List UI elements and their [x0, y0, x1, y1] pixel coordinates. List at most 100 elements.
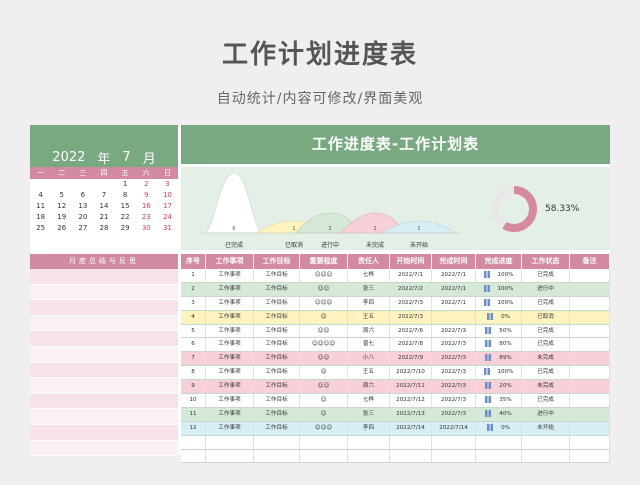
- table-cell[interactable]: 未开始: [522, 421, 570, 435]
- table-cell[interactable]: [570, 352, 610, 366]
- table-cell[interactable]: [570, 407, 610, 421]
- table-cell[interactable]: 进行中: [522, 407, 570, 421]
- table-cell[interactable]: 工作事项: [206, 394, 254, 407]
- table-cell[interactable]: 2022/7/3: [432, 352, 476, 366]
- table-cell[interactable]: 2022/7/3: [432, 394, 476, 407]
- table-cell[interactable]: 工作事项: [206, 380, 254, 394]
- calendar-day[interactable]: 20: [72, 212, 93, 223]
- table-cell[interactable]: 2022/7/2: [390, 282, 432, 296]
- summary-line[interactable]: [30, 331, 178, 347]
- table-cell[interactable]: 100%: [476, 282, 522, 296]
- summary-line[interactable]: [30, 362, 178, 379]
- table-cell[interactable]: [206, 449, 254, 463]
- table-cell[interactable]: [570, 380, 610, 394]
- table-cell[interactable]: 2022/7/1: [432, 296, 476, 310]
- table-cell[interactable]: [476, 435, 522, 449]
- table-cell[interactable]: [348, 449, 390, 463]
- summary-area[interactable]: [30, 269, 178, 457]
- table-cell[interactable]: 七桦: [348, 269, 390, 282]
- table-cell[interactable]: 未完成: [522, 352, 570, 366]
- table-cell[interactable]: [570, 269, 610, 282]
- table-cell[interactable]: ☺☺: [300, 380, 348, 394]
- table-cell[interactable]: [522, 449, 570, 463]
- calendar-day[interactable]: 26: [51, 223, 72, 234]
- table-cell[interactable]: 2022/7/3: [390, 296, 432, 310]
- table-cell[interactable]: 0%: [476, 310, 522, 324]
- calendar-day[interactable]: 2: [136, 179, 157, 190]
- summary-line[interactable]: [30, 300, 178, 316]
- table-cell[interactable]: 9: [181, 380, 206, 394]
- table-cell[interactable]: 工作事项: [206, 296, 254, 310]
- table-cell[interactable]: 工作事项: [206, 352, 254, 366]
- table-row[interactable]: 12 工作事项 工作目标 ☺☺☺ 李四 2022/7/14 2022/7/14 0% 未开始: [181, 421, 610, 436]
- table-cell[interactable]: 2022/7/11: [390, 380, 432, 394]
- table-cell[interactable]: 工作目标: [254, 338, 300, 352]
- table-cell[interactable]: 2022/7/1: [432, 282, 476, 296]
- table-cell[interactable]: 李四: [348, 296, 390, 310]
- table-cell[interactable]: 2022/7/3: [432, 366, 476, 380]
- table-cell[interactable]: 未完成: [522, 380, 570, 394]
- table-cell[interactable]: 李四: [348, 421, 390, 435]
- table-row[interactable]: 3 工作事项 工作目标 ☺☺☺ 李四 2022/7/3 2022/7/1 100% 已完成: [181, 296, 610, 311]
- table-row[interactable]: 7 工作事项 工作目标 ☺☺ 小八 2022/7/9 2022/7/3 89% 未完成: [181, 352, 610, 367]
- table-cell[interactable]: ☺: [300, 407, 348, 421]
- summary-line[interactable]: [30, 346, 178, 363]
- calendar-day[interactable]: 12: [51, 201, 72, 212]
- table-cell[interactable]: 2022/7/13: [390, 407, 432, 421]
- calendar-day[interactable]: 21: [93, 212, 114, 223]
- calendar-month[interactable]: 7: [122, 150, 130, 165]
- table-cell[interactable]: 工作目标: [254, 310, 300, 324]
- table-cell[interactable]: 2022/7/3: [432, 324, 476, 338]
- table-cell[interactable]: 2022/7/10: [390, 366, 432, 380]
- table-cell[interactable]: [570, 324, 610, 338]
- table-cell[interactable]: [522, 435, 570, 449]
- table-cell[interactable]: 80%: [476, 338, 522, 352]
- table-cell[interactable]: [181, 449, 206, 463]
- table-cell[interactable]: 晋七: [348, 338, 390, 352]
- table-cell[interactable]: [390, 449, 432, 463]
- table-cell[interactable]: 周六: [348, 380, 390, 394]
- calendar-day[interactable]: 25: [30, 223, 51, 234]
- summary-line[interactable]: [30, 424, 178, 441]
- table-cell[interactable]: 2022/7/1: [390, 269, 432, 282]
- table-cell[interactable]: 2022/7/3: [432, 338, 476, 352]
- table-cell[interactable]: 已完成: [522, 394, 570, 407]
- table-cell[interactable]: [348, 435, 390, 449]
- table-cell[interactable]: ☺☺☺: [300, 269, 348, 282]
- table-cell[interactable]: 5: [181, 324, 206, 338]
- calendar-day[interactable]: 10: [157, 190, 178, 201]
- table-cell[interactable]: 2022/7/3: [432, 407, 476, 421]
- table-cell[interactable]: [570, 421, 610, 435]
- table-cell[interactable]: [570, 310, 610, 324]
- calendar-day[interactable]: 5: [51, 190, 72, 201]
- table-cell[interactable]: 0%: [476, 421, 522, 435]
- table-cell[interactable]: 12: [181, 421, 206, 435]
- calendar-day[interactable]: 31: [157, 223, 178, 234]
- table-cell[interactable]: 进行中: [522, 282, 570, 296]
- table-cell[interactable]: [570, 394, 610, 407]
- table-cell[interactable]: 已完成: [522, 338, 570, 352]
- table-cell[interactable]: 2022/7/12: [390, 394, 432, 407]
- calendar-day[interactable]: 1: [115, 179, 136, 190]
- table-cell[interactable]: 七桦: [348, 394, 390, 407]
- calendar-day[interactable]: 4: [30, 190, 51, 201]
- table-row[interactable]: [181, 449, 610, 464]
- table-cell[interactable]: 2022/7/14: [432, 421, 476, 435]
- table-cell[interactable]: 11: [181, 407, 206, 421]
- table-row[interactable]: 8 工作事项 工作目标 ☺ 王五 2022/7/10 2022/7/3 100% 已完成: [181, 366, 610, 381]
- table-cell[interactable]: 2022/7/3: [432, 380, 476, 394]
- table-cell[interactable]: 工作事项: [206, 338, 254, 352]
- table-cell[interactable]: ☺☺☺☺: [300, 338, 348, 352]
- table-row[interactable]: 6 工作事项 工作目标 ☺☺☺☺ 晋七 2022/7/8 2022/7/3 80% 已完成: [181, 338, 610, 353]
- calendar-day[interactable]: 8: [115, 190, 136, 201]
- table-cell[interactable]: ☺☺: [300, 282, 348, 296]
- table-cell[interactable]: [570, 435, 610, 449]
- table-row[interactable]: 2 工作事项 工作目标 ☺☺ 张三 2022/7/2 2022/7/1 100% 进行中: [181, 282, 610, 297]
- table-cell[interactable]: 100%: [476, 269, 522, 282]
- table-cell[interactable]: 王五: [348, 310, 390, 324]
- table-cell[interactable]: ☺: [300, 310, 348, 324]
- calendar-day[interactable]: 15: [115, 201, 136, 212]
- table-cell[interactable]: [432, 435, 476, 449]
- table-cell[interactable]: [570, 366, 610, 380]
- table-cell[interactable]: 工作目标: [254, 282, 300, 296]
